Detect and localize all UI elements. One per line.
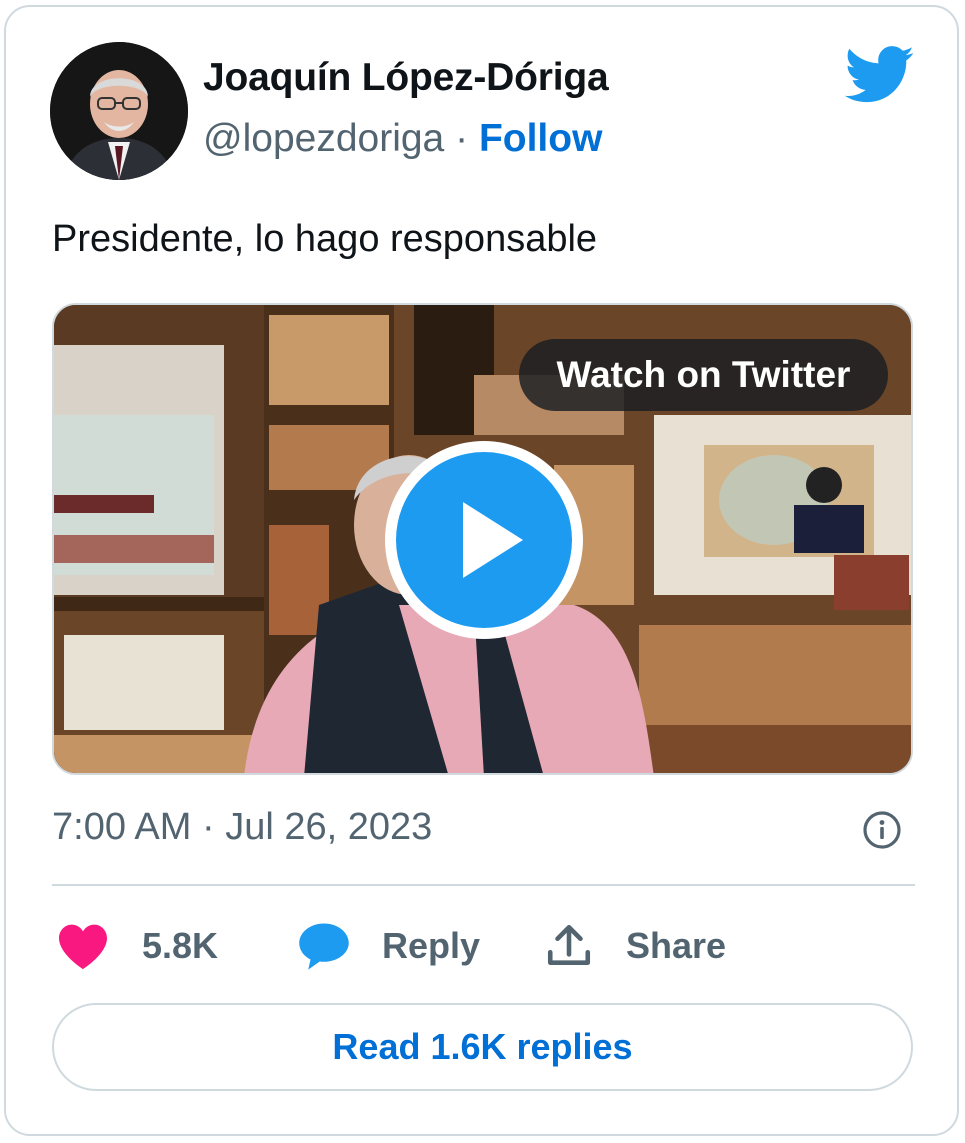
avatar[interactable] [50, 42, 188, 180]
share-action[interactable]: Share [544, 918, 726, 974]
like-count: 5.8K [142, 925, 219, 966]
watch-on-twitter-button[interactable]: Watch on Twitter [519, 339, 888, 411]
tweet-text: Presidente, lo hago responsable [52, 218, 598, 260]
play-icon[interactable] [383, 439, 585, 641]
reply-action[interactable]: Reply [297, 918, 480, 974]
author-handle[interactable]: @lopezdoriga [203, 117, 444, 160]
handle-separator: · [455, 117, 469, 160]
share-label: Share [626, 925, 727, 966]
twitter-bird-icon[interactable] [845, 45, 915, 105]
like-action[interactable]: 5.8K [56, 918, 218, 974]
read-replies-button[interactable]: Read 1.6K replies [52, 1003, 913, 1091]
tweet-timestamp[interactable]: 7:00 AM · Jul 26, 2023 [52, 806, 432, 849]
upload-icon [547, 924, 591, 965]
reply-label: Reply [382, 925, 481, 966]
author-name[interactable]: Joaquín López-Dóriga [203, 56, 609, 100]
follow-button[interactable]: Follow [479, 117, 602, 160]
info-icon[interactable] [862, 810, 902, 850]
divider [52, 884, 915, 886]
author-handle-line: @lopezdoriga · Follow [203, 117, 602, 161]
speech-bubble-icon [299, 923, 349, 970]
heart-icon [59, 924, 107, 970]
